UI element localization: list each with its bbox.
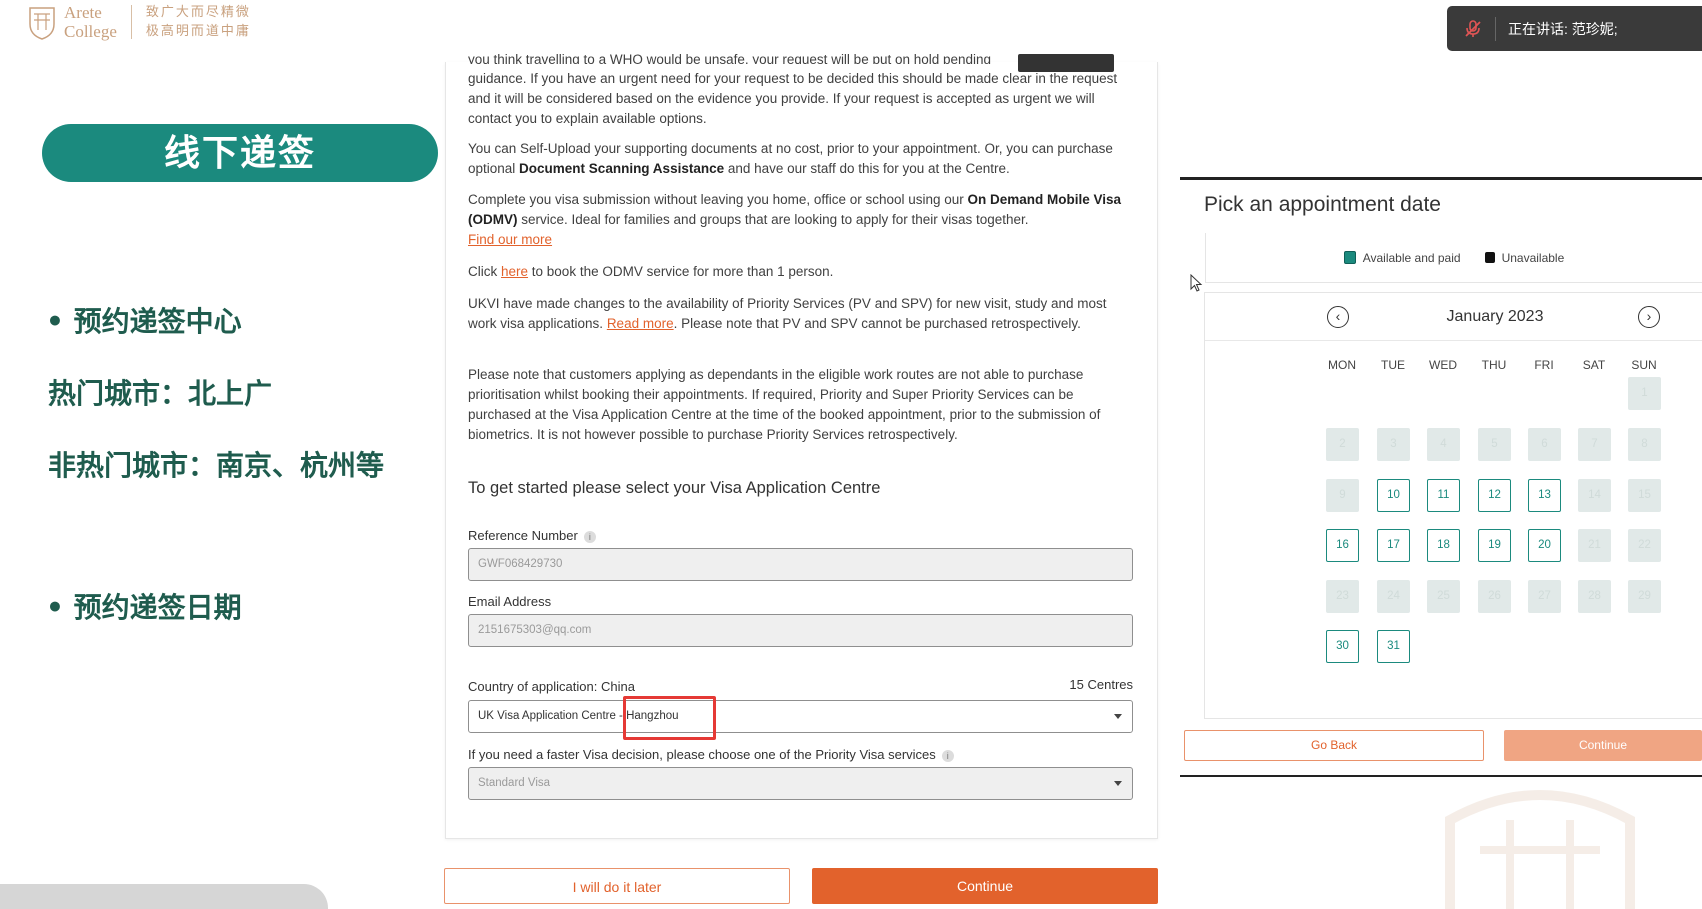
calendar-day-28: 28 <box>1578 580 1611 613</box>
weekday-tue: TUE <box>1381 358 1405 372</box>
calendar-day-20[interactable]: 20 <box>1528 529 1561 562</box>
go-back-button[interactable]: Go Back <box>1184 730 1484 761</box>
logo-motto-line1: 致广大而尽精微 <box>145 5 251 20</box>
calendar-day-13[interactable]: 13 <box>1528 479 1561 512</box>
here-link[interactable]: here <box>501 264 528 279</box>
priority-label: If you need a faster Visa decision, plea… <box>468 747 954 762</box>
weekday-fri: FRI <box>1534 358 1554 372</box>
calendar-day-31[interactable]: 31 <box>1377 630 1410 663</box>
chevron-down-icon <box>1114 714 1122 719</box>
calendar-day-10[interactable]: 10 <box>1377 479 1410 512</box>
logo-divider <box>130 5 132 39</box>
bullet-book-centre: • 预约递签中心 <box>46 305 242 338</box>
indicator-divider <box>1495 16 1496 41</box>
email-field[interactable]: 2151675303@qq.com <box>468 614 1133 647</box>
crest-icon <box>29 7 55 40</box>
weekday-wed: WED <box>1429 358 1457 372</box>
calendar-day-5: 5 <box>1478 428 1511 461</box>
calendar-day-25: 25 <box>1427 580 1460 613</box>
calendar-title: Pick an appointment date <box>1204 193 1441 216</box>
centres-count: 15 Centres <box>1069 677 1133 692</box>
weekday-mon: MON <box>1328 358 1356 372</box>
document-scanning-text: Document Scanning Assistance <box>519 161 725 176</box>
muted-mic-icon[interactable] <box>1463 19 1483 39</box>
calendar-day-26: 26 <box>1478 580 1511 613</box>
do-it-later-button[interactable]: I will do it later <box>444 868 790 904</box>
calendar-day-27: 27 <box>1528 580 1561 613</box>
calendar-day-15: 15 <box>1628 479 1661 512</box>
country-label: Country of application: China <box>468 679 635 694</box>
highlight-box <box>623 696 716 740</box>
visa-centre-select[interactable]: UK Visa Application Centre - Hangzhou <box>468 700 1133 733</box>
bullet-book-date: • 预约递签日期 <box>46 591 242 624</box>
calendar-day-30[interactable]: 30 <box>1326 630 1359 663</box>
reference-number-field[interactable]: GWF068429730 <box>468 548 1133 581</box>
calendar-day-6: 6 <box>1528 428 1561 461</box>
weekday-sun: SUN <box>1631 358 1657 372</box>
mouse-cursor-icon <box>1190 274 1203 292</box>
speaking-indicator: 正在讲话: 范珍妮; <box>1447 6 1702 51</box>
calendar-legend: Available and paid Unavailable <box>1205 233 1702 283</box>
paragraph-urgent: guidance. If you have an urgent need for… <box>468 71 1118 126</box>
chevron-down-icon <box>1114 781 1122 786</box>
priority-service-select[interactable]: Standard Visa <box>468 767 1133 800</box>
calendar-day-21: 21 <box>1578 529 1611 562</box>
legend-unavailable: Unavailable <box>1484 251 1564 265</box>
college-watermark-icon <box>1445 790 1635 909</box>
weekday-sat: SAT <box>1582 358 1606 372</box>
calendar-day-17[interactable]: 17 <box>1377 529 1410 562</box>
email-label: Email Address <box>468 594 552 609</box>
calendar-continue-button[interactable]: Continue <box>1504 730 1702 761</box>
college-logo: Arete College 致广大而尽精微 极高明而道中庸 <box>28 2 251 42</box>
paragraph-priority-changes: UKVI have made changes to the availabili… <box>468 296 1107 331</box>
cut-off-text-line: you think travelling to a WHO would be u… <box>468 52 992 64</box>
next-month-icon[interactable]: › <box>1638 306 1660 328</box>
paragraph-click-here: Click here to book the ODMV service for … <box>468 264 834 279</box>
calendar-day-4: 4 <box>1427 428 1460 461</box>
calendar-day-7: 7 <box>1578 428 1611 461</box>
calendar-day-8: 8 <box>1628 428 1661 461</box>
previous-month-icon[interactable]: ‹ <box>1327 306 1349 328</box>
calendar-day-2: 2 <box>1326 428 1359 461</box>
legend-available: Available and paid <box>1343 251 1461 265</box>
slide-title-pill: 线下递签 <box>42 124 438 182</box>
calendar-day-14: 14 <box>1578 479 1611 512</box>
calendar-day-29: 29 <box>1628 580 1661 613</box>
select-centre-heading: To get started please select your Visa A… <box>468 479 881 497</box>
other-cities-text: 非热门城市：南京、杭州等 <box>48 449 385 482</box>
read-more-link[interactable]: Read more <box>607 316 674 331</box>
available-swatch-icon <box>1343 251 1356 264</box>
find-out-more-link[interactable]: Find our more <box>468 232 552 247</box>
speaking-label: 正在讲话: 范珍妮; <box>1508 20 1618 37</box>
calendar-day-18[interactable]: 18 <box>1427 529 1460 562</box>
unavailable-swatch-icon <box>1484 252 1495 263</box>
month-label: January 2023 <box>1446 308 1544 325</box>
calendar-day-3: 3 <box>1377 428 1410 461</box>
logo-name-line2: College <box>64 22 117 41</box>
priority-service-value: Standard Visa <box>478 777 551 789</box>
info-icon[interactable]: i <box>583 530 596 543</box>
continue-button[interactable]: Continue <box>812 868 1158 904</box>
logo-motto-line2: 极高明而道中庸 <box>145 24 251 39</box>
reference-label: Reference Number i <box>468 528 596 543</box>
hot-cities-text: 热门城市：北上广 <box>48 377 273 410</box>
paragraph-odmv: Complete you visa submission without lea… <box>468 192 1122 247</box>
weekday-thu: THU <box>1481 358 1507 372</box>
calendar-day-16[interactable]: 16 <box>1326 529 1359 562</box>
paragraph-self-upload: You can Self-Upload your supporting docu… <box>468 141 1113 176</box>
calendar-day-23: 23 <box>1326 580 1359 613</box>
calendar-day-9: 9 <box>1326 479 1359 512</box>
calendar-day-12[interactable]: 12 <box>1478 479 1511 512</box>
paragraph-dependants: Please note that customers applying as d… <box>468 367 1101 442</box>
calendar-day-1: 1 <box>1628 377 1661 410</box>
logo-name-line1: Arete <box>64 3 102 22</box>
calendar-day-22: 22 <box>1628 529 1661 562</box>
calendar-day-11[interactable]: 11 <box>1427 479 1460 512</box>
calendar-day-19[interactable]: 19 <box>1478 529 1511 562</box>
calendar-day-24: 24 <box>1377 580 1410 613</box>
info-icon[interactable]: i <box>941 749 954 762</box>
presentation-toolbar[interactable] <box>0 884 328 909</box>
